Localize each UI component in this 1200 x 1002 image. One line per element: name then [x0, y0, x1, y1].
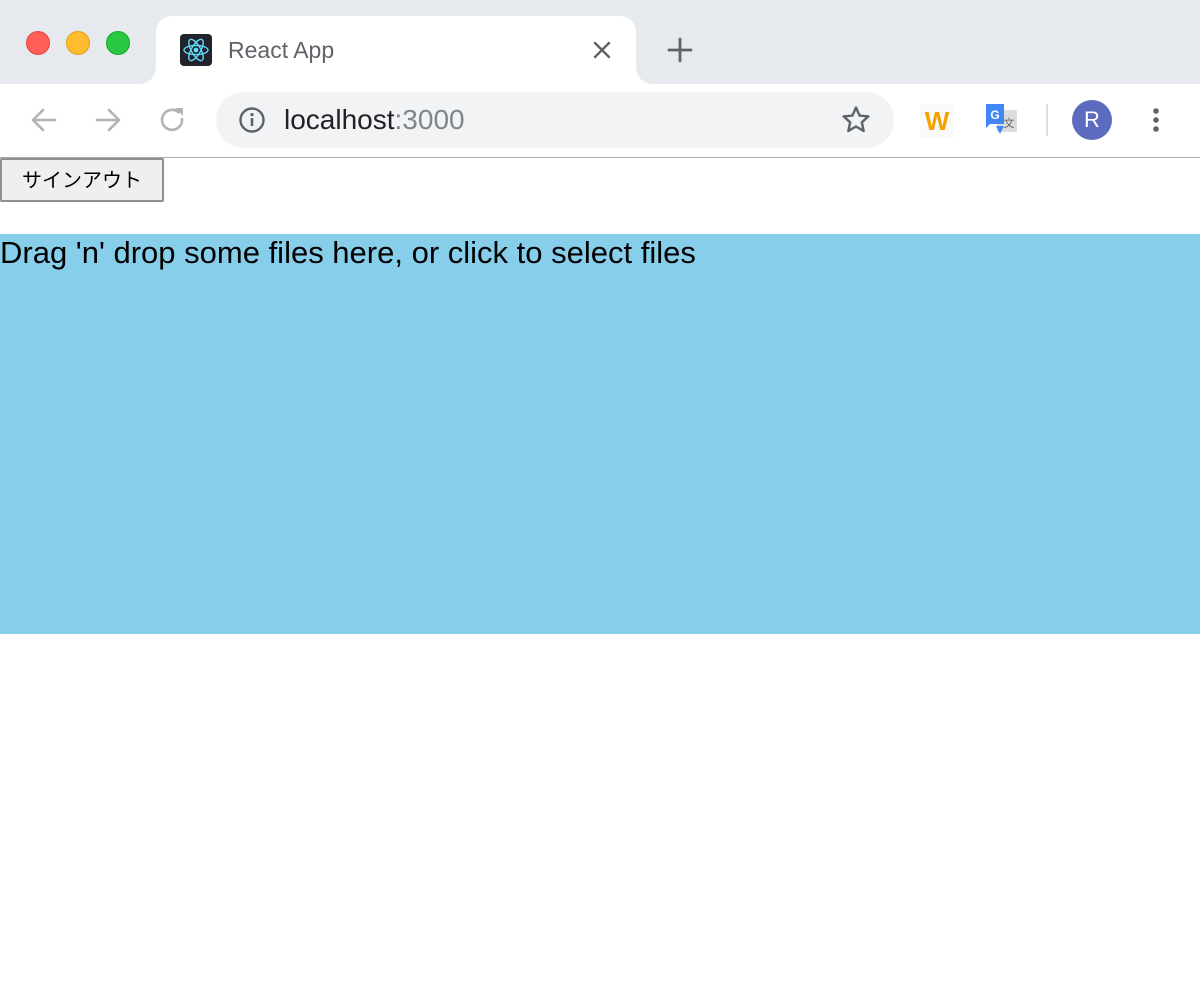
dropzone-text: Drag 'n' drop some files here, or click …: [0, 235, 696, 270]
window-zoom-button[interactable]: [106, 31, 130, 55]
react-logo-icon: [180, 34, 212, 66]
arrow-left-icon[interactable]: [28, 104, 60, 136]
tab-title: React App: [228, 37, 335, 63]
w-extension-label: W: [924, 106, 950, 136]
address-bar[interactable]: localhost:3000: [216, 92, 894, 148]
window-minimize-button[interactable]: [66, 31, 90, 55]
url-host: localhost: [284, 104, 395, 135]
profile-avatar[interactable]: R: [1072, 100, 1112, 140]
more-vert-icon[interactable]: [1140, 104, 1172, 136]
svg-text:G: G: [990, 108, 999, 122]
url-text: localhost:3000: [284, 104, 465, 136]
new-tab-button[interactable]: [664, 34, 696, 66]
close-icon[interactable]: [590, 38, 614, 62]
google-translate-icon[interactable]: G 文: [984, 102, 1020, 138]
signout-button[interactable]: サインアウト: [0, 158, 164, 202]
page-content: サインアウト Drag 'n' drop some files here, or…: [0, 158, 1200, 1002]
window-close-button[interactable]: [26, 31, 50, 55]
url-port: :3000: [394, 104, 465, 135]
toolbar-divider: [1046, 104, 1048, 136]
reload-icon[interactable]: [156, 104, 188, 136]
star-icon[interactable]: [840, 104, 872, 136]
svg-text:文: 文: [1004, 116, 1015, 130]
tab-react-app[interactable]: React App: [140, 16, 652, 84]
arrow-right-icon[interactable]: [92, 104, 124, 136]
w-extension-icon[interactable]: W: [920, 104, 954, 138]
file-dropzone[interactable]: Drag 'n' drop some files here, or click …: [0, 234, 1200, 634]
browser-tabstrip: React App: [0, 0, 1200, 84]
info-icon[interactable]: [238, 106, 266, 134]
browser-toolbar: localhost:3000 W G 文 R: [0, 84, 1200, 158]
